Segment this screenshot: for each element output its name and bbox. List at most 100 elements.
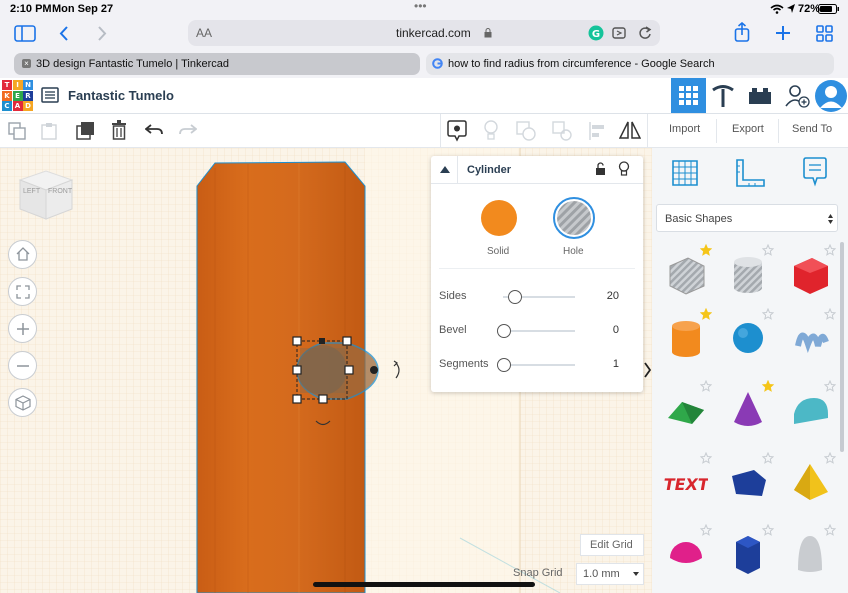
tinkercad-logo[interactable]: TIN KER CAD bbox=[2, 80, 33, 111]
workplane-icon[interactable] bbox=[670, 158, 700, 188]
extension-icon[interactable] bbox=[612, 26, 628, 40]
shape-half-sphere[interactable] bbox=[664, 532, 708, 576]
shape-sphere[interactable] bbox=[726, 316, 770, 360]
export-button[interactable]: Export bbox=[732, 123, 764, 135]
ungroup-icon[interactable] bbox=[552, 121, 572, 141]
shape-inspector: Cylinder Solid Hole Sides 20 Bevel 0 Seg… bbox=[431, 156, 643, 392]
starred-icon[interactable] bbox=[762, 380, 774, 392]
star-icon[interactable] bbox=[824, 308, 836, 320]
reader-aa-button[interactable]: AA bbox=[196, 26, 212, 40]
divider bbox=[457, 156, 458, 183]
battery-icon bbox=[818, 4, 839, 14]
property-slider-knob[interactable] bbox=[497, 358, 511, 372]
forward-icon[interactable] bbox=[96, 25, 108, 42]
undo-icon[interactable] bbox=[145, 123, 163, 137]
collapse-panel-icon[interactable] bbox=[643, 362, 652, 378]
mirror-icon[interactable] bbox=[619, 120, 641, 140]
notes-icon[interactable] bbox=[802, 157, 828, 187]
sidebar-toggle-icon[interactable] bbox=[14, 25, 36, 42]
delete-icon[interactable] bbox=[111, 120, 127, 140]
star-icon[interactable] bbox=[762, 308, 774, 320]
home-view-button[interactable] bbox=[8, 240, 37, 269]
shape-roof[interactable] bbox=[664, 388, 708, 432]
back-icon[interactable] bbox=[58, 25, 70, 42]
star-icon[interactable] bbox=[762, 452, 774, 464]
reload-icon[interactable] bbox=[638, 25, 652, 40]
property-value[interactable]: 1 bbox=[589, 358, 619, 370]
collapse-inspector-icon[interactable] bbox=[440, 166, 450, 173]
star-icon[interactable] bbox=[762, 524, 774, 536]
new-tab-icon[interactable] bbox=[775, 25, 791, 41]
view-cube[interactable]: LEFT FRONT bbox=[18, 168, 74, 220]
browser-tab-tinkercad[interactable]: × 3D design Fantastic Tumelo | Tinkercad bbox=[14, 53, 420, 75]
multitask-dots[interactable]: ••• bbox=[414, 0, 427, 13]
duplicate-icon[interactable] bbox=[76, 121, 96, 141]
hole-button[interactable] bbox=[553, 197, 595, 239]
star-icon[interactable] bbox=[762, 244, 774, 256]
shape-scribble[interactable] bbox=[788, 316, 832, 360]
redo-icon[interactable] bbox=[179, 123, 197, 137]
shape-round-roof[interactable] bbox=[788, 388, 832, 432]
divider bbox=[431, 183, 643, 184]
circuits-pickaxe-icon[interactable] bbox=[710, 84, 736, 108]
send-to-button[interactable]: Send To bbox=[792, 123, 832, 135]
shape-cone[interactable] bbox=[726, 388, 770, 432]
shape-box[interactable] bbox=[788, 252, 832, 296]
light-bulb-icon[interactable] bbox=[484, 120, 498, 142]
user-avatar[interactable] bbox=[815, 80, 847, 112]
star-icon[interactable] bbox=[700, 380, 712, 392]
zoom-in-button[interactable] bbox=[8, 314, 37, 343]
share-icon[interactable] bbox=[734, 22, 750, 42]
property-slider[interactable] bbox=[503, 364, 575, 366]
design-title[interactable]: Fantastic Tumelo bbox=[68, 88, 174, 103]
shape-cylinder-hole[interactable] bbox=[726, 252, 770, 296]
star-icon[interactable] bbox=[700, 524, 712, 536]
property-value[interactable]: 0 bbox=[589, 324, 619, 336]
shape-cylinder[interactable] bbox=[664, 316, 708, 360]
add-user-icon[interactable] bbox=[784, 84, 810, 108]
property-slider[interactable] bbox=[503, 330, 575, 332]
fit-view-button[interactable] bbox=[8, 277, 37, 306]
import-button[interactable]: Import bbox=[669, 123, 700, 135]
solid-color-button[interactable] bbox=[481, 200, 517, 236]
starred-icon[interactable] bbox=[700, 308, 712, 320]
shape-paraboloid[interactable] bbox=[788, 532, 832, 576]
snap-grid-select[interactable]: 1.0 mm bbox=[576, 563, 644, 585]
property-slider-knob[interactable] bbox=[507, 290, 522, 304]
shape-text[interactable]: TEXT bbox=[664, 460, 708, 504]
edit-grid-button[interactable]: Edit Grid bbox=[580, 534, 644, 556]
browser-tab-google[interactable]: how to find radius from circumference - … bbox=[426, 53, 834, 75]
grammarly-icon[interactable]: G bbox=[588, 25, 604, 41]
star-icon[interactable] bbox=[824, 380, 836, 392]
star-icon[interactable] bbox=[824, 244, 836, 256]
design-list-icon[interactable] bbox=[41, 87, 59, 103]
copy-icon[interactable] bbox=[8, 122, 28, 140]
3d-view-button[interactable] bbox=[671, 78, 706, 113]
star-icon[interactable] bbox=[700, 452, 712, 464]
perspective-button[interactable] bbox=[8, 388, 37, 417]
lock-icon[interactable] bbox=[595, 162, 606, 176]
zoom-out-button[interactable] bbox=[8, 351, 37, 380]
property-slider-knob[interactable] bbox=[497, 324, 511, 338]
property-value[interactable]: 20 bbox=[589, 290, 619, 302]
shape-wedge[interactable] bbox=[726, 460, 770, 504]
address-bar[interactable]: AA tinkercad.com G bbox=[188, 20, 660, 46]
shape-box-hole[interactable] bbox=[664, 252, 708, 296]
notes-icon[interactable] bbox=[447, 120, 467, 142]
star-icon[interactable] bbox=[824, 452, 836, 464]
ruler-icon[interactable] bbox=[734, 158, 766, 188]
starred-icon[interactable] bbox=[700, 244, 712, 256]
group-icon[interactable] bbox=[516, 121, 536, 141]
shapes-scrollbar[interactable] bbox=[840, 242, 844, 452]
tab-overview-icon[interactable] bbox=[816, 25, 833, 42]
home-indicator[interactable] bbox=[313, 582, 535, 587]
light-bulb-icon[interactable] bbox=[618, 161, 630, 177]
close-tab-icon[interactable]: × bbox=[22, 59, 31, 68]
shape-polygon[interactable] bbox=[726, 532, 770, 576]
shape-category-select[interactable]: Basic Shapes bbox=[656, 204, 838, 232]
align-icon[interactable] bbox=[588, 121, 606, 141]
star-icon[interactable] bbox=[824, 524, 836, 536]
paste-icon[interactable] bbox=[40, 122, 58, 140]
codeblocks-brick-icon[interactable] bbox=[748, 87, 772, 105]
shape-pyramid[interactable] bbox=[788, 460, 832, 504]
